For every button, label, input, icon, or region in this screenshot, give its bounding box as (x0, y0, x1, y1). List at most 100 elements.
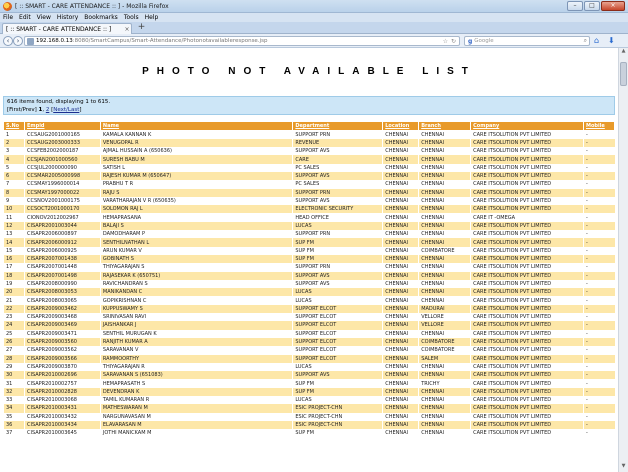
forward-button[interactable]: › (13, 36, 23, 46)
url-path: :8080/SmartCampus/Smart-Attendance/Photo… (72, 38, 268, 44)
cell-name: GOPIKRISHNAN C (99, 296, 293, 305)
cell-company: CARE ITSOLUTION PVT LIMITED (470, 171, 584, 181)
cell-sno: 24 (3, 321, 25, 330)
cell-company: CARE ITSOLUTION PVT LIMITED (470, 279, 584, 289)
cell-company: CARE ITSOLUTION PVT LIMITED (470, 396, 584, 405)
cell-name: RAMMOORTHY (99, 354, 293, 363)
cell-department: SUPPORT PRN (292, 230, 383, 239)
cell-mobile: - (582, 329, 615, 338)
cell-location: CHENNAI (382, 288, 419, 297)
cell-empid: CISAPR2010002757 (23, 379, 101, 388)
tab-smart-care[interactable]: [ :: SMART - CARE ATTENDANCE :: ] × (2, 23, 132, 34)
column-header-name[interactable]: Name (99, 121, 294, 131)
menu-tools[interactable]: Tools (124, 14, 139, 21)
sort-location-link[interactable]: Location (385, 123, 409, 129)
maximize-button[interactable]: □ (584, 1, 600, 11)
table-row: 20 CISAPR2008003053 MANIKANDAN C LUCAS CHENN… (3, 288, 615, 297)
column-header-empid[interactable]: Empid (23, 121, 101, 131)
vertical-scrollbar[interactable]: ▲ ▼ (618, 48, 628, 472)
column-header-location[interactable]: Location (382, 121, 420, 131)
cell-sno: 1 (3, 130, 25, 139)
cell-empid: CISAPR2009003462 (23, 304, 101, 314)
new-tab-button[interactable]: + (136, 23, 147, 33)
window-title-bar: [ :: SMART - CARE ATTENDANCE :: ] - Mozi… (0, 0, 628, 13)
cell-sno: 20 (3, 288, 25, 297)
cell-mobile: - (582, 404, 615, 413)
url-bar[interactable]: 192.168.0.13:8080/SmartCampus/Smart-Atte… (24, 36, 460, 46)
cell-sno: 7 (3, 180, 25, 189)
cell-name: GOBINATH S (99, 254, 293, 264)
home-icon[interactable]: ⌂ (594, 36, 599, 45)
cell-sno: 3 (3, 147, 25, 156)
table-row: 11 CIONOV2012002967 HEMAPRASANA HEAD OFFICE… (3, 213, 615, 222)
cell-sno: 15 (3, 246, 25, 255)
cell-location: CHENNAI (382, 362, 419, 372)
sort-branch-link[interactable]: Branch (421, 123, 441, 129)
close-button[interactable]: × (601, 1, 625, 11)
table-row: 10 CCSOCT2001000170 SOLOMON RAJ L ELECTRONI… (3, 205, 615, 214)
cell-company: CARE ITSOLUTION PVT LIMITED (470, 130, 584, 139)
cell-department: SUPPORT AVS (292, 371, 383, 380)
cell-mobile: - (582, 379, 615, 388)
google-icon[interactable]: g (468, 38, 472, 45)
menu-edit[interactable]: Edit (19, 14, 31, 21)
cell-mobile: - (582, 263, 615, 272)
cell-empid: CISAPR2009003870 (23, 362, 101, 372)
reload-icon[interactable]: ↻ (451, 38, 456, 45)
cell-sno: 29 (3, 362, 25, 372)
cell-location: CHENNAI (382, 379, 419, 388)
cell-empid: CISAPR2009003560 (23, 337, 101, 347)
cell-department: SUPPORT AVS (292, 271, 383, 280)
minimize-button[interactable]: – (567, 1, 583, 11)
scroll-up-arrow-icon[interactable]: ▲ (619, 48, 628, 57)
menu-view[interactable]: View (37, 14, 51, 21)
url-text[interactable]: 192.168.0.13:8080/SmartCampus/Smart-Atte… (36, 38, 443, 44)
table-row: 34 CISAPR2010003431 MATHESWARAN M ESIC PROJ… (3, 404, 615, 413)
site-identity-icon[interactable] (27, 37, 34, 45)
sort-department-link[interactable]: Department (295, 123, 329, 129)
column-header-mobile[interactable]: Mobile (582, 121, 616, 131)
cell-empid: CISAPR2008003053 (23, 288, 101, 297)
bookmark-star-icon[interactable]: ☆ (443, 38, 448, 45)
menu-help[interactable]: Help (145, 14, 159, 21)
cell-sno: 13 (3, 230, 25, 239)
sort-sno-link[interactable]: S.No (6, 123, 19, 129)
scrollbar-thumb[interactable] (620, 62, 627, 86)
tab-close-icon[interactable]: × (123, 26, 131, 33)
table-row: 32 CISAPR2010002828 DEVENDRAN K SUP FM CHENN… (3, 387, 615, 396)
scroll-down-arrow-icon[interactable]: ▼ (619, 463, 628, 472)
cell-name: SURESH BABU M (99, 155, 293, 164)
pager-next-last-link[interactable]: Next/Last (53, 107, 79, 113)
cell-location: CHENNAI (382, 130, 419, 139)
cell-empid: CCSMAR2005000998 (23, 171, 101, 181)
cell-sno: 18 (3, 271, 25, 280)
table-row: 28 CISAPR2009003566 RAMMOORTHY SUPPORT ELCO… (3, 354, 615, 363)
menu-file[interactable]: File (3, 14, 13, 21)
cell-sno: 14 (3, 238, 25, 247)
cell-location: CHENNAI (382, 313, 419, 322)
cell-mobile: - (582, 138, 615, 148)
back-button[interactable]: ‹ (3, 36, 13, 46)
sort-company-link[interactable]: Company (473, 123, 499, 129)
search-bar[interactable]: g Google ⌕ (464, 36, 590, 46)
cell-empid: CISAPR2010002696 (23, 371, 101, 380)
menu-history[interactable]: History (57, 14, 78, 21)
sort-name-link[interactable]: Name (103, 123, 119, 129)
cell-name: BALAJI S (99, 221, 293, 231)
search-input[interactable]: Google (474, 38, 493, 44)
cell-location: CHENNAI (382, 155, 419, 164)
cell-branch: CHENNAI (418, 188, 471, 197)
column-header-department[interactable]: Department (292, 121, 384, 131)
tab-title: [ :: SMART - CARE ATTENDANCE :: ] (6, 25, 112, 33)
download-icon[interactable]: ⬇ (608, 36, 615, 45)
sort-empid-link[interactable]: Empid (27, 123, 45, 129)
cell-company: CARE ITSOLUTION PVT LIMITED (470, 288, 584, 297)
column-header-company[interactable]: Company (470, 121, 584, 131)
search-magnifier-icon[interactable]: ⌕ (584, 37, 587, 45)
sort-mobile-link[interactable]: Mobile (586, 123, 605, 129)
cell-sno: 21 (3, 296, 25, 305)
column-header-branch[interactable]: Branch (418, 121, 472, 131)
cell-name: VENUGOPAL R (99, 138, 293, 148)
column-header-sno[interactable]: S.No (3, 121, 25, 131)
menu-bookmarks[interactable]: Bookmarks (84, 14, 118, 21)
